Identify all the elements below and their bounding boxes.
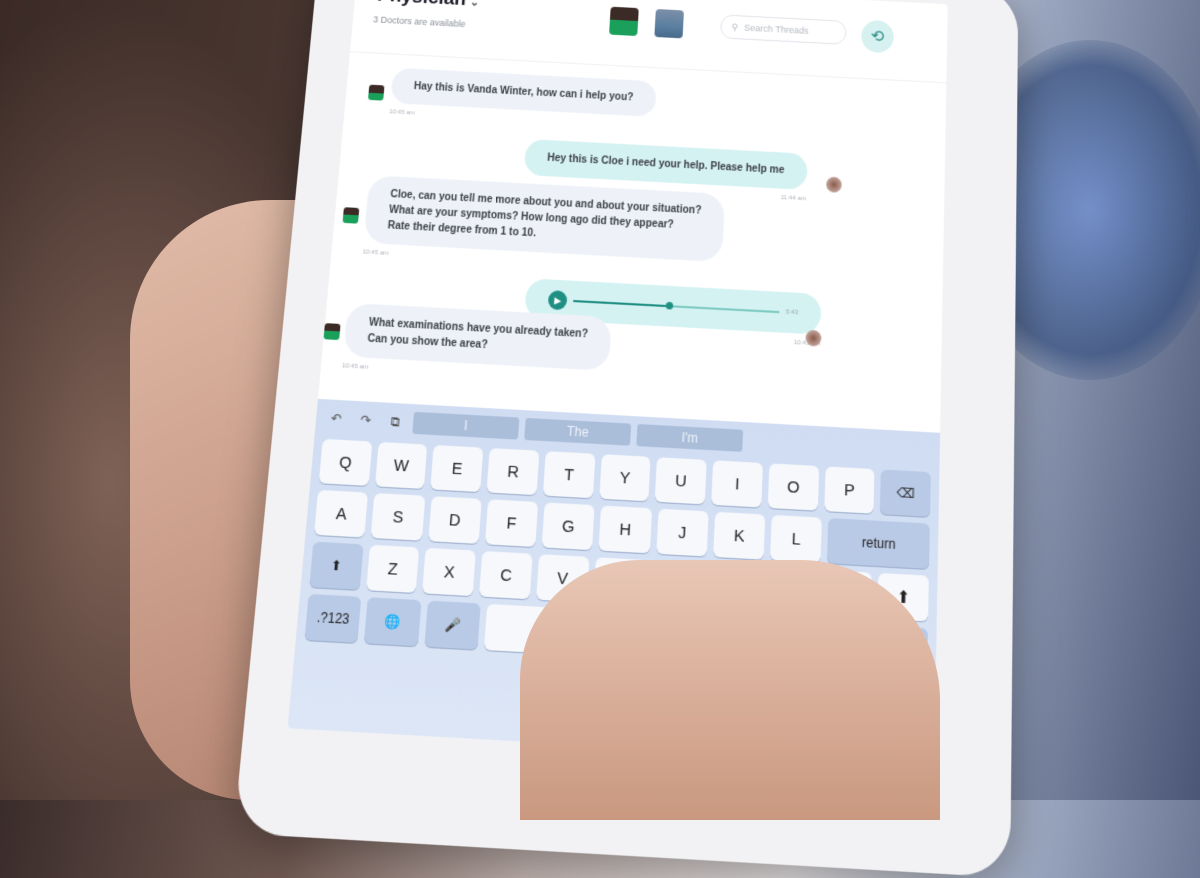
suggestion[interactable]: I'm (636, 424, 744, 452)
key[interactable]: U (655, 457, 707, 505)
key[interactable]: D (427, 496, 482, 544)
play-button[interactable]: ▶ (547, 290, 568, 311)
doctor-avatar (342, 207, 360, 224)
key[interactable]: H (598, 505, 652, 554)
key[interactable]: I (711, 460, 763, 508)
right-hand (520, 560, 940, 820)
undo-icon[interactable]: ↶ (324, 410, 349, 427)
chat-thread: Hay this is Vanda Winter, how can i help… (318, 53, 946, 433)
doctor-avatar (367, 84, 385, 101)
history-icon[interactable]: ⟲ (860, 19, 895, 54)
key[interactable]: K (712, 511, 766, 560)
key[interactable]: S (370, 493, 425, 541)
return-key[interactable]: return (827, 518, 930, 569)
key[interactable]: T (542, 451, 596, 499)
key[interactable]: G (541, 502, 595, 551)
doctor-avatar (323, 323, 341, 341)
key[interactable]: Q (318, 438, 373, 486)
globe-icon[interactable]: 🌐 (364, 597, 422, 647)
doctors-available: 3 Doctors are available (372, 14, 466, 30)
search-icon: ⚲ (731, 21, 739, 32)
key[interactable]: W (374, 441, 428, 490)
backspace-key[interactable]: ⌫ (880, 469, 931, 517)
shift-key[interactable]: ⬆ (309, 541, 364, 590)
numbers-key[interactable]: .?123 (304, 593, 362, 643)
patient-avatar (826, 176, 842, 193)
key[interactable]: E (430, 444, 484, 493)
key[interactable]: Y (598, 454, 652, 502)
search-input[interactable]: ⚲ Search Threads (719, 14, 847, 45)
key[interactable]: L (770, 514, 823, 563)
key[interactable]: J (655, 508, 709, 557)
key[interactable]: O (767, 463, 819, 511)
key[interactable]: A (314, 489, 369, 538)
key[interactable]: C (479, 550, 533, 600)
suggestion[interactable]: I (412, 411, 520, 440)
suggestion[interactable]: The (524, 417, 632, 446)
message-incoming: Hay this is Vanda Winter, how can i help… (389, 67, 657, 135)
key[interactable]: X (422, 547, 477, 597)
doctor-avatar-2[interactable] (654, 9, 684, 39)
chevron-down-icon[interactable]: ⌄ (469, 0, 479, 9)
page-title[interactable]: Physician⌄ (376, 0, 480, 12)
redo-icon[interactable]: ↷ (353, 412, 377, 429)
message-incoming: Cloe, can you tell me more about you and… (362, 175, 725, 280)
audio-progress[interactable] (573, 299, 780, 314)
message-incoming: What examinations have you already taken… (341, 302, 612, 390)
paste-icon[interactable]: ⧉ (383, 413, 408, 431)
doctor-avatar-1[interactable] (609, 6, 639, 37)
microphone-icon[interactable]: 🎤 (424, 600, 482, 650)
key[interactable]: Z (365, 544, 420, 593)
key[interactable]: F (484, 499, 539, 548)
key[interactable]: R (486, 448, 540, 496)
key[interactable]: P (823, 466, 875, 514)
